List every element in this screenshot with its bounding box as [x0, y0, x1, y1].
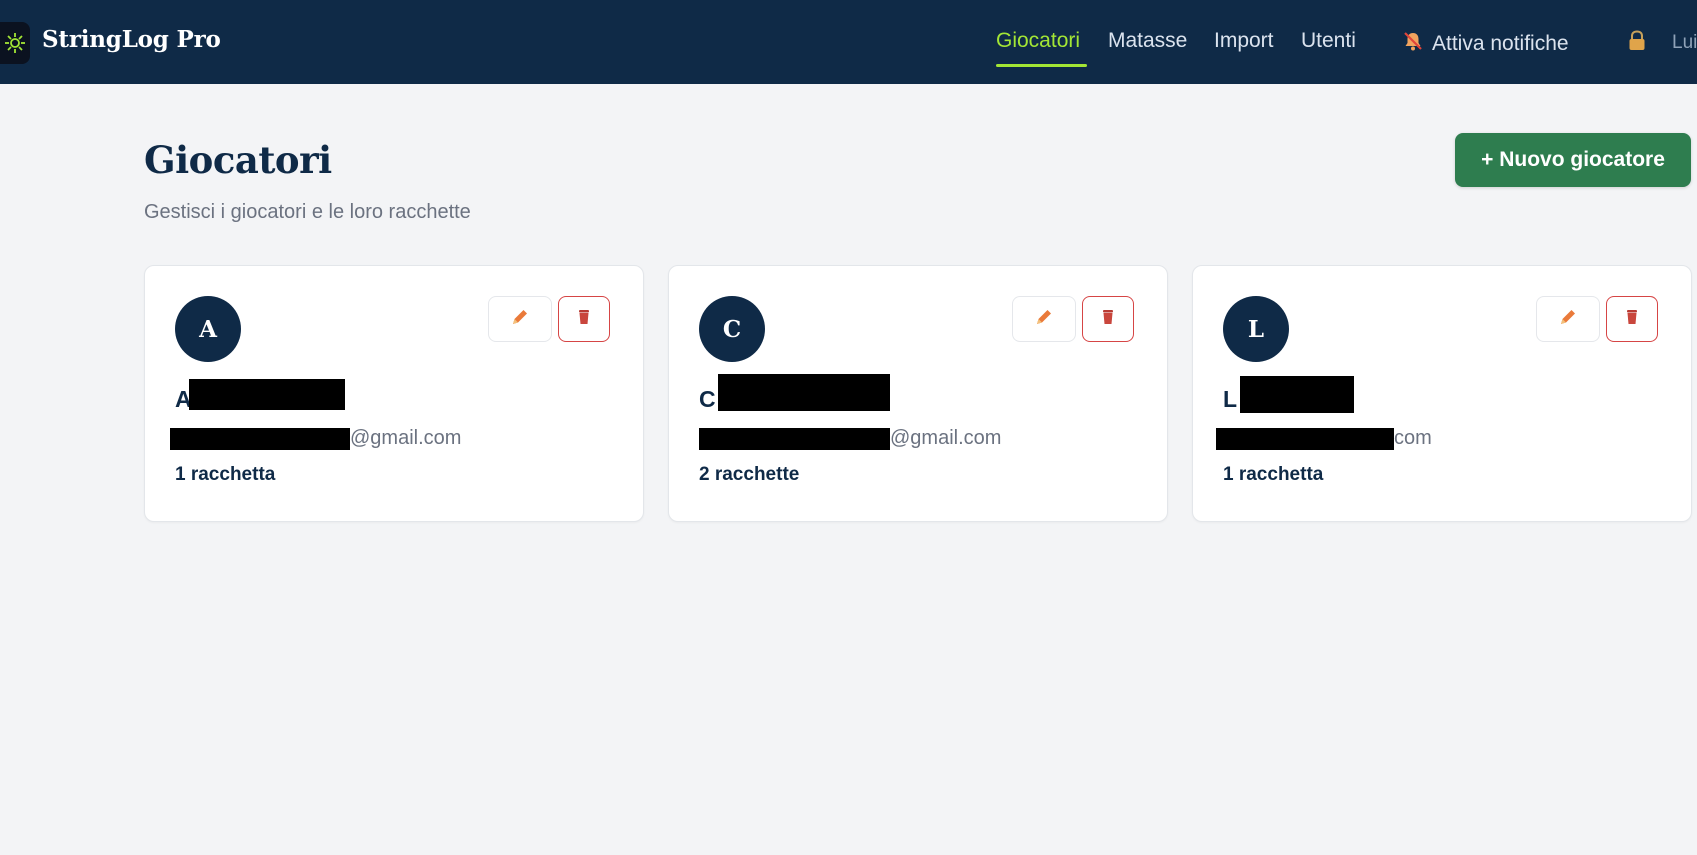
player-email: com: [1394, 427, 1432, 449]
nav-item-giocatori[interactable]: Giocatori: [996, 29, 1080, 53]
redacted-name: [718, 374, 890, 411]
page-subtitle: Gestisci i giocatori e le loro racchette: [144, 201, 471, 223]
racquet-count: 1 racchetta: [175, 464, 276, 485]
pencil-icon: [1033, 306, 1055, 333]
app-title[interactable]: StringLog Pro: [42, 26, 221, 53]
page-title: Giocatori: [144, 138, 332, 182]
player-name: C: [699, 386, 716, 412]
lock-icon[interactable]: [1627, 30, 1647, 57]
delete-button[interactable]: [1082, 296, 1134, 342]
player-card[interactable]: C C @gmail.com 2 racchette: [668, 265, 1168, 522]
nav-item-matasse[interactable]: Matasse: [1108, 29, 1187, 53]
player-email: @gmail.com: [350, 427, 462, 449]
delete-button[interactable]: [1606, 296, 1658, 342]
bell-off-icon: [1402, 30, 1424, 58]
pencil-icon: [509, 306, 531, 333]
player-email: @gmail.com: [890, 427, 1002, 449]
trash-icon: [1100, 308, 1116, 331]
racquet-count: 2 racchette: [699, 464, 800, 485]
racquet-count: 1 racchetta: [1223, 464, 1324, 485]
notifications-label: Attiva notifiche: [1432, 32, 1569, 55]
trash-icon: [576, 308, 592, 331]
pencil-icon: [1557, 306, 1579, 333]
avatar: C: [699, 296, 765, 362]
player-card[interactable]: L L com 1 racchetta: [1192, 265, 1692, 522]
notifications-toggle[interactable]: Attiva notifiche: [1402, 30, 1569, 58]
tennis-racquet-icon[interactable]: [0, 22, 30, 64]
redacted-name: [189, 379, 345, 410]
delete-button[interactable]: [558, 296, 610, 342]
avatar: L: [1223, 296, 1289, 362]
trash-icon: [1624, 308, 1640, 331]
redacted-name: [1240, 376, 1354, 413]
edit-button[interactable]: [1012, 296, 1076, 342]
edit-button[interactable]: [1536, 296, 1600, 342]
redacted-email: [1216, 428, 1394, 450]
new-player-button[interactable]: + Nuovo giocatore: [1455, 133, 1691, 187]
user-name[interactable]: Lui: [1672, 32, 1697, 54]
avatar: A: [175, 296, 241, 362]
top-navbar: StringLog Pro Giocatori Matasse Import U…: [0, 0, 1697, 84]
active-nav-indicator: [996, 64, 1087, 67]
player-card[interactable]: A A @gmail.com 1 racchetta: [144, 265, 644, 522]
edit-button[interactable]: [488, 296, 552, 342]
player-name: L: [1223, 386, 1238, 412]
nav-item-import[interactable]: Import: [1214, 29, 1274, 53]
redacted-email: [170, 428, 350, 450]
redacted-email: [699, 428, 890, 450]
nav-item-utenti[interactable]: Utenti: [1301, 29, 1356, 53]
